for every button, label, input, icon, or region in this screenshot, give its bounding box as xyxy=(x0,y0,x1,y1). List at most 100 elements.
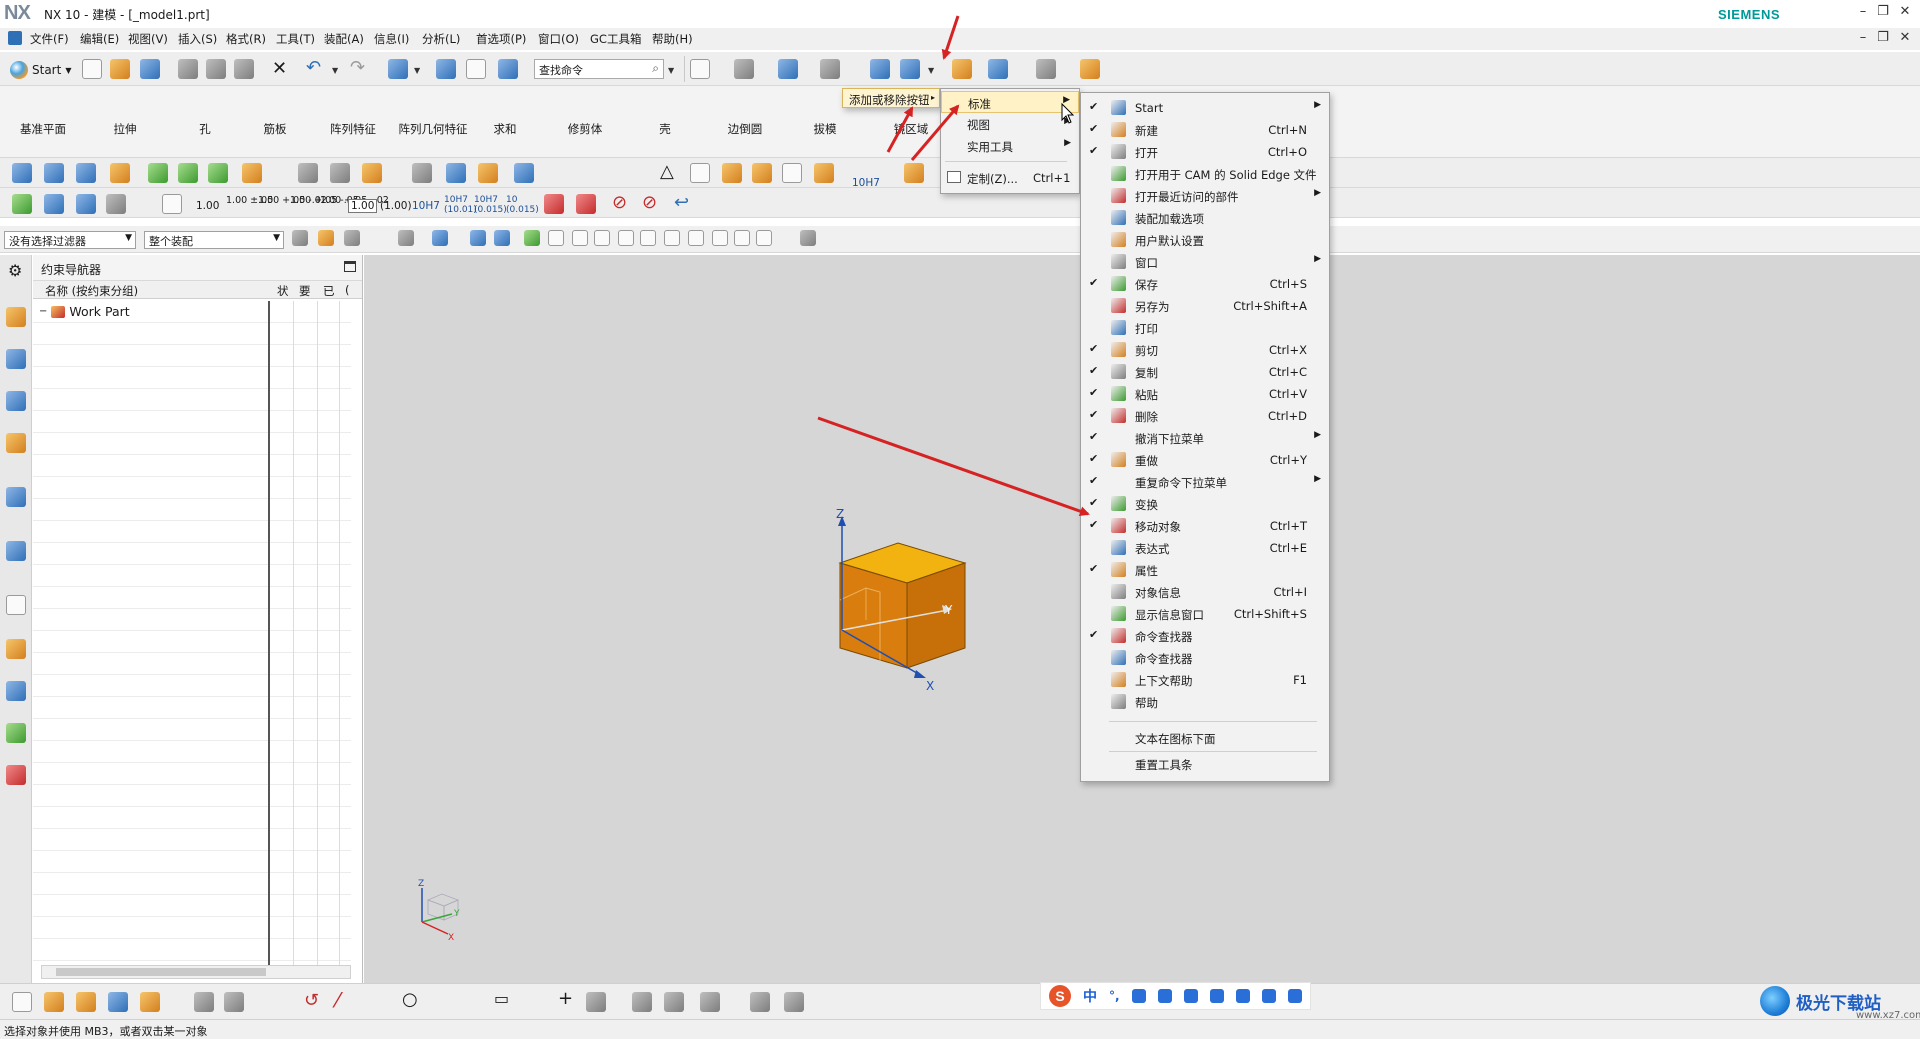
menu-item-label: 打开用于 CAM 的 Solid Edge 文件 xyxy=(1135,168,1317,182)
polygon-icon[interactable] xyxy=(586,992,606,1012)
x-axis-label: X xyxy=(926,679,934,693)
plus-icon[interactable]: + xyxy=(558,988,573,1009)
menu-item-label: 标准 xyxy=(968,97,991,111)
menu-item-shortcut: Ctrl+X xyxy=(1269,343,1307,357)
sketch-profile-icon[interactable] xyxy=(44,992,64,1012)
microphone-icon[interactable] xyxy=(1131,989,1146,1003)
skin-icon[interactable] xyxy=(1183,989,1198,1003)
standard-menu-item[interactable]: 打开最近访问的部件 ▶ xyxy=(1081,185,1329,207)
trim-icon[interactable] xyxy=(632,992,652,1012)
menu-item-label: 对象信息 xyxy=(1135,586,1181,600)
triad-y-axis xyxy=(421,913,453,923)
standard-menu-item[interactable]: ✔ 剪切 Ctrl+X xyxy=(1081,339,1329,361)
bottom-toolbar: ↺ ⁄ ○ ▭ + xyxy=(0,983,1920,1019)
shirt-icon[interactable] xyxy=(1209,989,1224,1003)
offset-icon[interactable] xyxy=(750,992,770,1012)
menu-item-label: 重复命令下拉菜单 xyxy=(1135,476,1227,490)
menu-item-label: 文本在图标下面 xyxy=(1135,732,1216,746)
standard-menu-item[interactable]: ✔ 打开 Ctrl+O xyxy=(1081,141,1329,163)
status-text: 选择对象并使用 MB3，或者双击某一对象 xyxy=(4,1025,208,1038)
transform-icon xyxy=(1111,496,1126,511)
standard-menu-item[interactable]: 窗口 ▶ xyxy=(1081,251,1329,273)
menu-item-view[interactable]: 视图 ▶ xyxy=(941,113,1079,135)
standard-menu-item[interactable]: ✔ 重做 Ctrl+Y xyxy=(1081,449,1329,471)
checkmark-icon: ✔ xyxy=(1089,430,1099,443)
rectangle-icon[interactable]: ▭ xyxy=(494,989,509,1008)
menu-item-shortcut: Ctrl+C xyxy=(1268,365,1307,379)
standard-menu-item[interactable]: ✔ 保存 Ctrl+S xyxy=(1081,273,1329,295)
ime-mode-chinese[interactable]: 中 xyxy=(1083,986,1097,1006)
standard-menu-item[interactable]: ✔ Start ▶ xyxy=(1081,97,1329,119)
sketch-constraint-icon[interactable] xyxy=(108,992,128,1012)
text-below-icon-item[interactable]: 文本在图标下面 xyxy=(1081,727,1329,749)
menu-item-label: 剪切 xyxy=(1135,344,1158,358)
reset-toolbar-item[interactable]: 重置工具条 xyxy=(1081,753,1329,775)
standard-menu-item[interactable]: 上下文帮助 F1 xyxy=(1081,669,1329,691)
standard-menu-item[interactable]: 打印 xyxy=(1081,317,1329,339)
arc-icon[interactable]: ↺ xyxy=(304,990,319,1011)
menu-item-label: 删除 xyxy=(1135,410,1158,424)
apps-grid-icon[interactable] xyxy=(1261,989,1276,1003)
standard-menu-item[interactable]: 帮助 xyxy=(1081,691,1329,713)
sketch-assembly-icon[interactable] xyxy=(140,992,160,1012)
standard-menu-item[interactable]: 表达式 Ctrl+E xyxy=(1081,537,1329,559)
game-icon[interactable] xyxy=(1235,989,1250,1003)
chevron-right-icon: ▶ xyxy=(1314,430,1321,440)
chevron-right-icon: ▸ xyxy=(930,93,935,102)
sketch-finish-icon[interactable] xyxy=(12,992,32,1012)
standard-menu-item[interactable]: 显示信息窗口 Ctrl+Shift+S xyxy=(1081,603,1329,625)
checkmark-icon: ✔ xyxy=(1089,562,1099,575)
standard-menu-item[interactable]: ✔ 重复命令下拉菜单 ▶ xyxy=(1081,471,1329,493)
add-remove-buttons-menu[interactable]: 添加或移除按钮 ▸ xyxy=(842,88,940,108)
sketch-point-icon[interactable] xyxy=(76,992,96,1012)
menu-item-shortcut: Ctrl+V xyxy=(1269,387,1307,401)
standard-menu-item[interactable]: 另存为 Ctrl+Shift+A xyxy=(1081,295,1329,317)
x-axis-arrow xyxy=(914,670,926,678)
ime-punctuation[interactable]: °, xyxy=(1109,989,1120,1003)
standard-menu-item[interactable]: 装配加载选项 xyxy=(1081,207,1329,229)
menu-item-shortcut: Ctrl+S xyxy=(1269,277,1307,291)
standard-menu-item[interactable]: ✔ 复制 Ctrl+C xyxy=(1081,361,1329,383)
standard-menu-item[interactable]: ✔ 新建 Ctrl+N xyxy=(1081,119,1329,141)
keyboard-icon[interactable] xyxy=(1157,989,1172,1003)
paste-icon xyxy=(1111,386,1126,401)
menu-item-label: 保存 xyxy=(1135,278,1158,292)
standard-menu-item[interactable]: ✔ 撤消下拉菜单 ▶ xyxy=(1081,427,1329,449)
triad-z-label: Z xyxy=(418,879,424,889)
checkmark-icon: ✔ xyxy=(1089,122,1099,135)
cut-icon xyxy=(1111,342,1126,357)
extend-icon[interactable] xyxy=(664,992,684,1012)
standard-menu-item[interactable]: 打开用于 CAM 的 Solid Edge 文件 xyxy=(1081,163,1329,185)
mirror-curve-icon[interactable] xyxy=(784,992,804,1012)
standard-menu-item[interactable]: ✔ 粘贴 Ctrl+V xyxy=(1081,383,1329,405)
standard-menu-item[interactable]: ✔ 移动对象 Ctrl+T xyxy=(1081,515,1329,537)
sketch-grid-2-icon[interactable] xyxy=(224,992,244,1012)
sketch-grid-icon[interactable] xyxy=(194,992,214,1012)
triad-cube xyxy=(426,893,460,907)
fillet-icon[interactable] xyxy=(700,992,720,1012)
circle-icon[interactable]: ○ xyxy=(402,989,418,1010)
standard-menu-item[interactable]: 对象信息 Ctrl+I xyxy=(1081,581,1329,603)
line-icon[interactable]: ⁄ xyxy=(336,988,339,1012)
menu-item-utilities[interactable]: 实用工具 ▶ xyxy=(941,135,1079,157)
standard-menu-item[interactable]: ✔ 属性 xyxy=(1081,559,1329,581)
menu-item-label: 属性 xyxy=(1135,564,1158,578)
menu-item-shortcut: F1 xyxy=(1293,673,1307,687)
standard-menu-item[interactable]: 命令查找器 xyxy=(1081,647,1329,669)
menu-item-shortcut: Ctrl+N xyxy=(1268,123,1307,137)
sogou-logo-icon[interactable]: S xyxy=(1049,985,1071,1007)
new-file-icon xyxy=(1111,122,1126,137)
chevron-right-icon: ▶ xyxy=(1064,138,1071,148)
standard-menu-item[interactable]: 用户默认设置 xyxy=(1081,229,1329,251)
standard-menu-item[interactable]: ✔ 命令查找器 xyxy=(1081,625,1329,647)
menu-item-label: 新建 xyxy=(1135,124,1158,138)
menu-item-customize[interactable]: 定制(Z)... Ctrl+1 xyxy=(941,167,1079,189)
chevron-right-icon: ▶ xyxy=(1314,474,1321,484)
menu-item-shortcut: Ctrl+1 xyxy=(1033,171,1071,185)
standard-menu-item[interactable]: ✔ 变换 xyxy=(1081,493,1329,515)
menu-item-label: 变换 xyxy=(1135,498,1158,512)
menu-item-label: 用户默认设置 xyxy=(1135,234,1204,248)
menu-item-standard[interactable]: 标准 ▶ xyxy=(941,91,1079,113)
ime-settings-icon[interactable] xyxy=(1287,989,1302,1003)
standard-menu-item[interactable]: ✔ 删除 Ctrl+D xyxy=(1081,405,1329,427)
